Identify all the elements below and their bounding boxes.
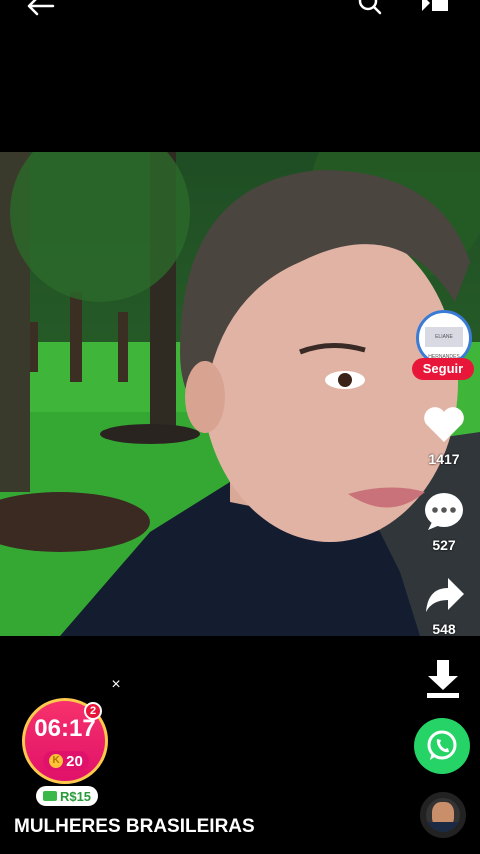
coin-count: 20 (66, 752, 83, 770)
follow-button[interactable]: Seguir (412, 358, 474, 380)
search-button[interactable] (352, 0, 388, 20)
share-button[interactable]: 548 (416, 576, 472, 637)
share-arrow-icon (426, 578, 464, 612)
download-icon (427, 660, 459, 698)
timer-badge: 2 (84, 702, 102, 720)
download-button[interactable] (424, 660, 462, 700)
arrow-left-icon (27, 0, 55, 16)
creator-avatar-group[interactable]: ELIANE HERNANDES Seguir (412, 310, 476, 382)
video-frame (0, 152, 480, 636)
search-icon (358, 0, 382, 15)
reward-amount: R$15 (59, 788, 92, 804)
comment-button[interactable]: 527 (416, 490, 472, 553)
reward-pill[interactable]: R$15 (36, 786, 98, 806)
panel-toggle-icon (422, 0, 448, 11)
avatar-text: ELIANE HERNANDES (425, 327, 463, 360)
timer-coins: K 20 (43, 751, 89, 771)
whatsapp-share-button[interactable] (414, 718, 470, 774)
heart-icon (424, 407, 464, 442)
cash-icon (42, 791, 57, 801)
share-count: 548 (432, 621, 456, 637)
comment-count: 527 (432, 537, 456, 553)
comment-icon (425, 493, 463, 530)
video-player[interactable] (0, 152, 480, 636)
video-caption: MULHERES BRASILEIRAS (14, 816, 255, 837)
top-bar (0, 0, 480, 30)
coin-icon: K (49, 754, 64, 768)
back-button[interactable] (20, 0, 60, 20)
close-timer-button[interactable]: × (108, 676, 124, 694)
whatsapp-icon (427, 730, 457, 760)
music-disc[interactable] (420, 792, 466, 838)
music-thumbnail-body (428, 822, 458, 832)
panel-toggle-button[interactable] (412, 0, 456, 20)
like-button[interactable]: 1417 (416, 404, 472, 467)
like-count: 1417 (428, 451, 460, 467)
